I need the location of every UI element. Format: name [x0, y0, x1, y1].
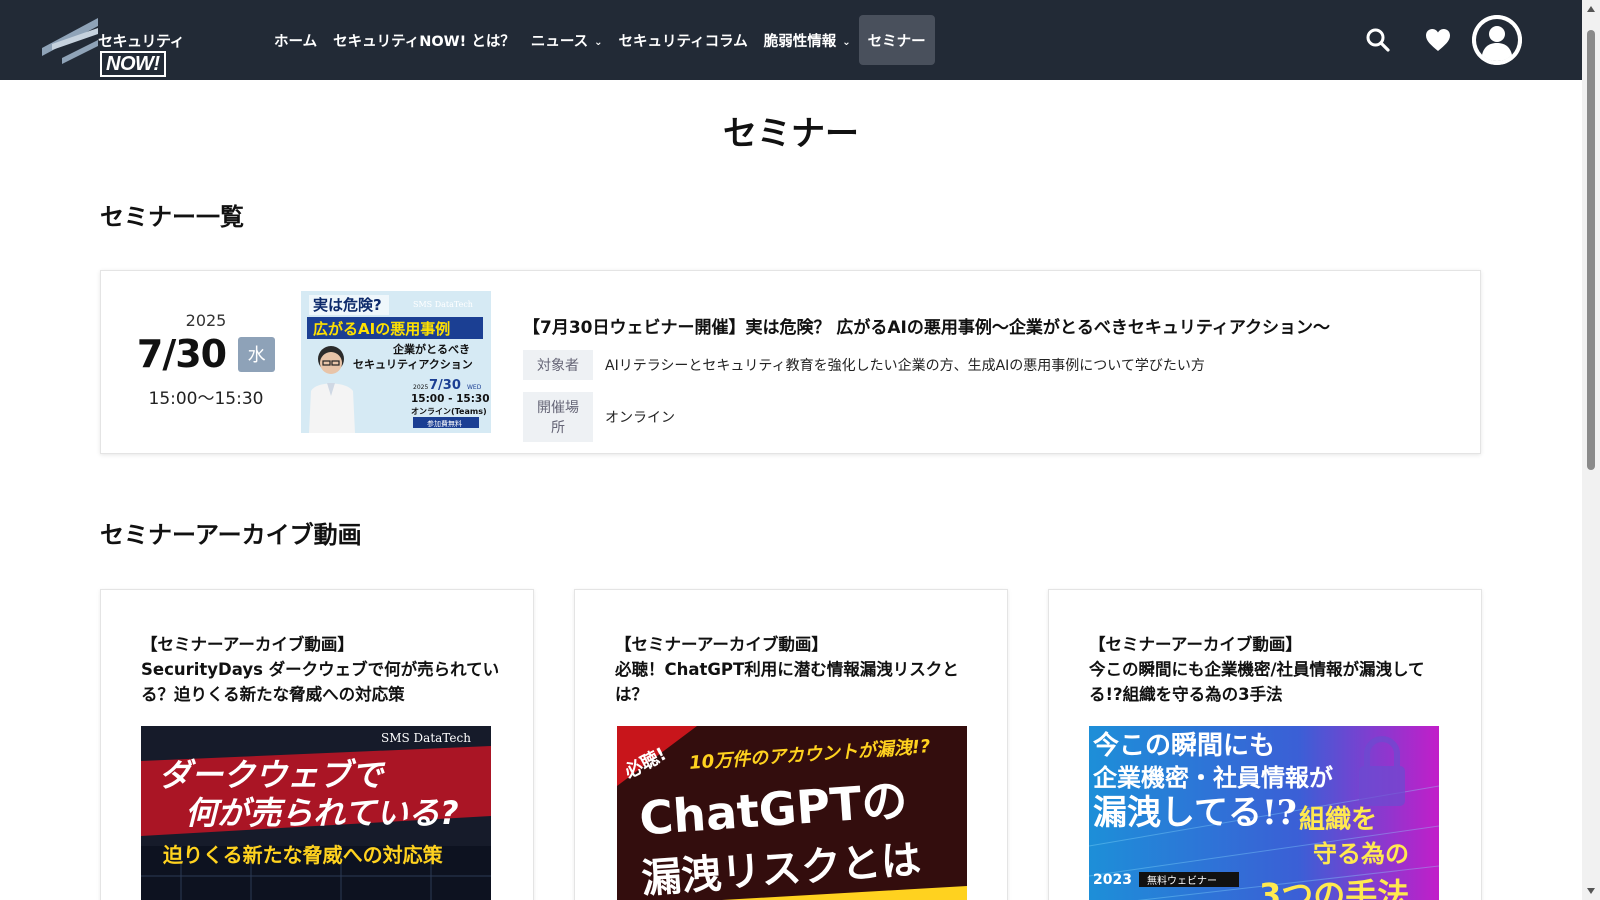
seminar-year: 2025 — [185, 311, 227, 330]
archive-img-line1: ダークウェブで — [159, 756, 386, 794]
archive-thumbnail[interactable]: SMS DataTech ダークウェブで 何が売られている? 迫りくる新たな脅威… — [141, 726, 491, 900]
svg-text:7/30: 7/30 — [429, 378, 461, 393]
site-logo[interactable]: セキュリティNOW! — [40, 14, 246, 77]
header-actions — [1348, 0, 1522, 80]
nav-seminar[interactable]: セミナー — [858, 15, 935, 65]
day-of-week-badge: 水 — [238, 336, 276, 372]
thumb-fee: 参加費無料 — [427, 419, 462, 428]
archive-title[interactable]: SecurityDays ダークウェブで何が売られている？迫りくる新たな脅威への… — [141, 657, 501, 707]
archive-img-line6: 3つの手法 — [1259, 876, 1409, 900]
archive-img-line3: 迫りくる新たな脅威への対応策 — [162, 843, 444, 867]
archive-img-line4: 組織を — [1299, 804, 1377, 835]
archive-img-line2: 何が売られている? — [185, 794, 459, 832]
chevron-down-icon: ⌄ — [594, 36, 603, 48]
scroll-down-arrow-icon[interactable] — [1587, 888, 1595, 894]
seminar-list-heading: セミナー一覧 — [100, 203, 244, 231]
archive-card-3methods[interactable]: 【セミナーアーカイブ動画】 今この瞬間にも企業機密/社員情報が漏洩してる!?組織… — [1048, 589, 1482, 900]
scroll-up-arrow-icon[interactable] — [1587, 6, 1595, 12]
archive-img-tag: 無料ウェビナー — [1147, 874, 1217, 887]
page-scrollbar[interactable] — [1582, 0, 1600, 900]
seminar-thumbnail-art: 実は危険? SMS DataTech 広がるAIの悪用事例 企業がとるべき セキ… — [301, 291, 491, 433]
nav-vulnerability[interactable]: 脆弱性情報 ⌄ — [756, 15, 859, 65]
seminar-date-block: 2025 7/30 水 15:00〜15:30 — [131, 311, 281, 409]
seminar-card[interactable]: 2025 7/30 水 15:00〜15:30 実は危険? SMS DataTe… — [100, 270, 1481, 454]
archive-img-year: 2023 — [1093, 872, 1132, 888]
archive-img-line3: 漏洩してる!? — [1093, 793, 1297, 833]
target-row: 対象者 AIリテラシーとセキュリティ教育を強化したい企業の方、生成AIの悪用事例… — [523, 350, 1460, 380]
venue-row: 開催場所 オンライン — [523, 392, 1460, 442]
nav-about-label: セキュリティNOW! とは？ — [333, 33, 515, 50]
archive-heading: セミナーアーカイブ動画 — [100, 521, 362, 549]
thumb-place: オンライン(Teams) — [411, 407, 487, 416]
archive-thumbnail-art: 今この瞬間にも 企業機密・社員情報が 漏洩してる!? 組織を 守る為の 3つの手… — [1089, 726, 1439, 900]
main-nav: ホーム セキュリティNOW! とは？ ニュース ⌄ セキュリティコラム 脆弱性情報… — [266, 15, 935, 65]
archive-title[interactable]: 必聴！ChatGPT利用に潜む情報漏洩リスクとは？ — [615, 657, 975, 707]
logo-now: NOW! — [100, 51, 166, 77]
seminar-date: 7/30 — [136, 332, 227, 376]
nav-news[interactable]: ニュース ⌄ — [523, 15, 611, 65]
archive-img-line5: 守る為の — [1313, 840, 1409, 868]
thumb-line3: 企業がとるべき — [392, 342, 470, 356]
seminar-info: 【7月30日ウェビナー開催】実は危険？ 広がるAIの悪用事例〜企業がとるべきセキ… — [523, 313, 1460, 442]
archive-card-text: 【セミナーアーカイブ動画】 今この瞬間にも企業機密/社員情報が漏洩してる!?組織… — [1089, 632, 1449, 707]
thumb-line4: セキュリティアクション — [353, 358, 473, 371]
seminar-time: 15:00〜15:30 — [148, 389, 264, 409]
heart-icon — [1426, 29, 1450, 51]
svg-text:2025: 2025 — [413, 384, 428, 391]
nav-about[interactable]: セキュリティNOW! とは？ — [325, 15, 523, 65]
archive-thumbnail[interactable]: 必聴! 10万件のアカウントが漏洩!? ChatGPTの 漏洩リスクとは — [617, 726, 967, 900]
archive-title[interactable]: 今この瞬間にも企業機密/社員情報が漏洩してる!?組織を守る為の3手法 — [1089, 657, 1449, 707]
archive-card-chatgpt[interactable]: 【セミナーアーカイブ動画】 必聴！ChatGPT利用に潜む情報漏洩リスクとは？ … — [574, 589, 1008, 900]
nav-seminar-label: セミナー — [867, 33, 926, 50]
thumb-dow: WED — [467, 384, 482, 391]
seminar-thumbnail[interactable]: 実は危険? SMS DataTech 広がるAIの悪用事例 企業がとるべき セキ… — [301, 291, 491, 433]
archive-tag: 【セミナーアーカイブ動画】 — [1089, 635, 1302, 654]
chevron-down-icon: ⌄ — [842, 36, 851, 48]
logo-stripes-icon — [42, 18, 98, 64]
thumb-time: 15:00 - 15:30 — [411, 393, 490, 405]
archive-thumbnail-art: SMS DataTech ダークウェブで 何が売られている? 迫りくる新たな脅威… — [141, 726, 491, 900]
venue-label: 開催場所 — [523, 392, 593, 442]
nav-column-label: セキュリティコラム — [618, 33, 748, 50]
archive-img-line2: 企業機密・社員情報が — [1093, 763, 1333, 792]
nav-vulnerability-label: 脆弱性情報 — [763, 33, 837, 50]
archive-card-darkweb[interactable]: 【セミナーアーカイブ動画】 SecurityDays ダークウェブで何が売られて… — [100, 589, 534, 900]
logo-text: セキュリティNOW! — [98, 32, 185, 77]
archive-card-text: 【セミナーアーカイブ動画】 必聴！ChatGPT利用に潜む情報漏洩リスクとは？ — [615, 632, 975, 707]
thumb-line2: 広がるAIの悪用事例 — [313, 320, 450, 338]
archive-thumbnail-art: 必聴! 10万件のアカウントが漏洩!? ChatGPTの 漏洩リスクとは — [617, 726, 967, 900]
nav-home[interactable]: ホーム — [266, 15, 325, 65]
favorites-button[interactable] — [1408, 0, 1468, 80]
nav-column[interactable]: セキュリティコラム — [611, 15, 756, 65]
nav-home-label: ホーム — [274, 33, 318, 50]
page-title: セミナー — [723, 114, 859, 154]
thumb-brand: SMS DataTech — [413, 300, 473, 309]
target-value: AIリテラシーとセキュリティ教育を強化したい企業の方、生成AIの悪用事例について… — [605, 358, 1205, 374]
user-avatar-icon[interactable] — [1472, 15, 1522, 65]
archive-card-text: 【セミナーアーカイブ動画】 SecurityDays ダークウェブで何が売られて… — [141, 632, 501, 707]
archive-thumbnail[interactable]: 今この瞬間にも 企業機密・社員情報が 漏洩してる!? 組織を 守る為の 3つの手… — [1089, 726, 1439, 900]
search-button[interactable] — [1348, 0, 1408, 80]
target-label: 対象者 — [523, 350, 593, 380]
nav-news-label: ニュース — [530, 33, 589, 50]
thumb-line1: 実は危険? — [313, 296, 382, 314]
seminar-title[interactable]: 【7月30日ウェビナー開催】実は危険？ 広がるAIの悪用事例〜企業がとるべきセキ… — [523, 313, 1460, 338]
search-icon — [1366, 28, 1390, 52]
archive-brand: SMS DataTech — [381, 731, 471, 745]
archive-img-line1: 今この瞬間にも — [1093, 730, 1275, 761]
venue-value: オンライン — [605, 410, 675, 426]
archive-tag: 【セミナーアーカイブ動画】 — [141, 635, 354, 654]
site-header: セキュリティNOW! ホーム セキュリティNOW! とは？ ニュース ⌄ セキュリ… — [0, 0, 1582, 80]
scrollbar-thumb[interactable] — [1587, 30, 1595, 470]
user-silhouette-icon — [1472, 15, 1522, 65]
archive-tag: 【セミナーアーカイブ動画】 — [615, 635, 828, 654]
